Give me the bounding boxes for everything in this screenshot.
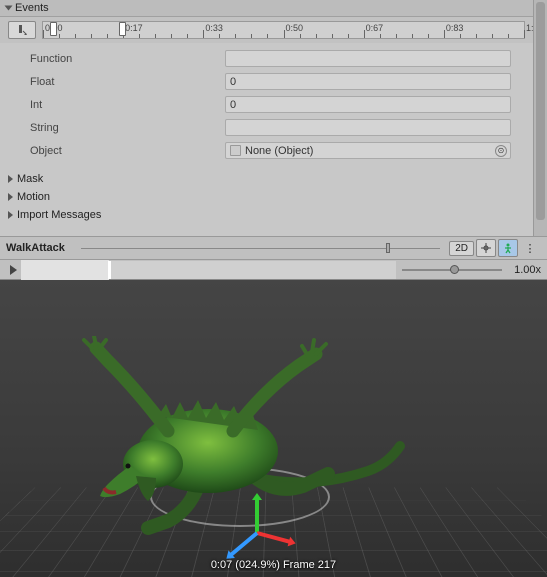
scrub-timeline[interactable] bbox=[28, 261, 396, 279]
2d-toggle-button[interactable]: 2D bbox=[449, 241, 474, 256]
timeline-label: 0:50 bbox=[286, 23, 304, 33]
play-icon bbox=[10, 265, 17, 275]
events-timeline[interactable]: 0:000:170:330:500:670:831:00 bbox=[42, 21, 525, 39]
timeline-minor-tick bbox=[139, 34, 140, 38]
float-label: Float bbox=[30, 76, 225, 88]
timeline-minor-tick bbox=[348, 34, 349, 38]
timeline-minor-tick bbox=[476, 34, 477, 38]
timeline-minor-tick bbox=[508, 34, 509, 38]
import-messages-section[interactable]: Import Messages bbox=[0, 206, 533, 224]
transform-gizmo[interactable] bbox=[232, 457, 282, 517]
timeline-minor-tick bbox=[59, 34, 60, 38]
timeline-label: 0:33 bbox=[205, 23, 223, 33]
object-type-icon bbox=[230, 145, 241, 156]
mask-label: Mask bbox=[17, 173, 43, 185]
timeline-minor-tick bbox=[396, 34, 397, 38]
timeline-minor-tick bbox=[460, 34, 461, 38]
mask-section[interactable]: Mask bbox=[0, 170, 533, 188]
timeline-minor-tick bbox=[91, 34, 92, 38]
timeline-minor-tick bbox=[235, 34, 236, 38]
string-field[interactable] bbox=[225, 119, 511, 136]
timeline-minor-tick bbox=[332, 34, 333, 38]
foldout-icon bbox=[5, 6, 13, 11]
timeline-tick bbox=[43, 30, 44, 38]
model-preview bbox=[48, 336, 408, 546]
timeline-minor-tick bbox=[107, 34, 108, 38]
playhead-icon[interactable] bbox=[109, 261, 110, 279]
preview-viewport[interactable]: 0:07 (024.9%) Frame 217 bbox=[0, 280, 547, 577]
frame-info: 0:07 (024.9%) Frame 217 bbox=[0, 559, 547, 571]
event-marker[interactable] bbox=[50, 22, 57, 36]
timeline-label: 0:67 bbox=[366, 23, 384, 33]
y-axis-icon bbox=[255, 499, 259, 535]
timeline-minor-tick bbox=[75, 34, 76, 38]
timeline-minor-tick bbox=[219, 34, 220, 38]
timeline-label: 0:17 bbox=[125, 23, 143, 33]
float-field[interactable] bbox=[225, 73, 511, 90]
timeline-minor-tick bbox=[267, 34, 268, 38]
timeline-minor-tick bbox=[155, 34, 156, 38]
timeline-minor-tick bbox=[187, 34, 188, 38]
timeline-tick bbox=[284, 30, 285, 38]
preview-toolbar: WalkAttack 2D ⋮ bbox=[0, 236, 547, 260]
object-field[interactable]: None (Object) ⊙ bbox=[225, 142, 511, 159]
timeline-minor-tick bbox=[251, 34, 252, 38]
timeline-minor-tick bbox=[316, 34, 317, 38]
timeline-tick bbox=[364, 30, 365, 38]
timeline-minor-tick bbox=[300, 34, 301, 38]
timeline-tick bbox=[203, 30, 204, 38]
timeline-minor-tick bbox=[412, 34, 413, 38]
chevron-right-icon bbox=[8, 211, 13, 219]
import-messages-label: Import Messages bbox=[17, 209, 101, 221]
speed-label: 1.00x bbox=[508, 264, 547, 276]
int-field[interactable] bbox=[225, 96, 511, 113]
preview-scrub-slider[interactable] bbox=[81, 245, 440, 251]
scrollbar-thumb[interactable] bbox=[536, 2, 545, 220]
events-title: Events bbox=[15, 2, 49, 14]
object-label: Object bbox=[30, 145, 225, 157]
options-button[interactable]: ⋮ bbox=[520, 239, 540, 257]
slider-handle-icon[interactable] bbox=[386, 243, 390, 253]
timeline-minor-tick bbox=[380, 34, 381, 38]
function-field[interactable] bbox=[225, 50, 511, 67]
object-value: None (Object) bbox=[245, 145, 313, 157]
chevron-right-icon bbox=[8, 175, 13, 183]
clip-name: WalkAttack bbox=[6, 242, 65, 254]
event-properties: Function Float Int String Object None (O… bbox=[0, 43, 533, 170]
timeline-minor-tick bbox=[492, 34, 493, 38]
motion-section[interactable]: Motion bbox=[0, 188, 533, 206]
timeline-minor-tick bbox=[428, 34, 429, 38]
speed-slider[interactable] bbox=[402, 261, 502, 279]
event-marker[interactable] bbox=[119, 22, 126, 36]
motion-label: Motion bbox=[17, 191, 50, 203]
timeline-tick bbox=[444, 30, 445, 38]
object-picker-icon[interactable]: ⊙ bbox=[495, 145, 507, 157]
timeline-minor-tick bbox=[171, 34, 172, 38]
playback-bar: 1.00x bbox=[0, 260, 547, 280]
events-header[interactable]: Events bbox=[0, 0, 533, 17]
chevron-right-icon bbox=[8, 193, 13, 201]
timeline-label: 0:83 bbox=[446, 23, 464, 33]
int-label: Int bbox=[30, 99, 225, 111]
timeline-tick bbox=[524, 30, 525, 38]
pivot-button[interactable] bbox=[476, 239, 496, 257]
string-label: String bbox=[30, 122, 225, 134]
slider-handle-icon[interactable] bbox=[450, 265, 459, 274]
events-timeline-row: 0:000:170:330:500:670:831:00 bbox=[0, 17, 533, 43]
function-label: Function bbox=[30, 53, 225, 65]
avatar-button[interactable] bbox=[498, 239, 518, 257]
add-event-button[interactable] bbox=[8, 21, 36, 39]
